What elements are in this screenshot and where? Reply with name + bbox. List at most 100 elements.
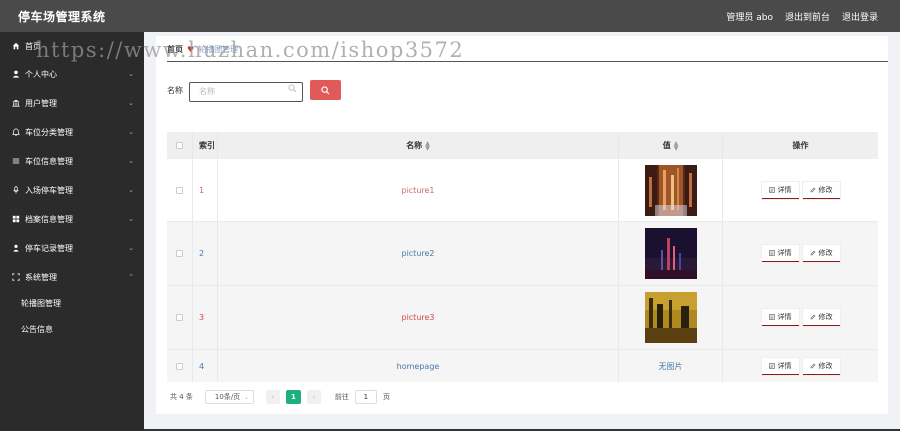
edit-icon: [810, 363, 815, 368]
list-icon: [11, 156, 21, 166]
edit-button[interactable]: 修改: [802, 357, 840, 375]
sidebar-item-parking-records[interactable]: 停车记录管理 ⌄: [0, 234, 144, 262]
table-row: 3 picture3 详情 修改: [167, 286, 878, 350]
header-value[interactable]: 值 ▲ ▼: [619, 132, 723, 159]
grid-icon: [11, 214, 21, 224]
mic-icon: [11, 185, 21, 195]
top-header: 停车场管理系统 管理员 abo 退出到前台 退出登录: [0, 0, 900, 32]
search-button[interactable]: [310, 80, 341, 101]
header-index: 索引: [193, 132, 218, 159]
sidebar-subitem-label: 公告信息: [21, 324, 53, 334]
page-suffix: 页: [382, 393, 390, 401]
current-page-button[interactable]: 1: [285, 390, 301, 404]
night-city-thumbnail-image: [644, 228, 697, 279]
sidebar-item-users[interactable]: 用户管理 ⌄: [0, 89, 144, 117]
chevron-down-icon: ⌄: [128, 128, 134, 136]
breadcrumb-home[interactable]: 首页: [167, 44, 183, 55]
sidebar-item-profile[interactable]: 个人中心 ⌄: [0, 60, 144, 88]
chevron-up-icon: ⌃: [128, 273, 134, 281]
chevron-down-icon: ⌄: [128, 244, 134, 252]
detail-button[interactable]: 详情: [761, 309, 799, 326]
header-name[interactable]: 名称 ▲ ▼: [218, 132, 619, 159]
edit-label: 修改: [818, 186, 833, 194]
sidebar-item-space-category[interactable]: 车位分类管理 ⌄: [0, 118, 144, 146]
sidebar-item-label: 停车记录管理: [25, 243, 73, 253]
sidebar-subitem-carousel[interactable]: 轮播图管理: [0, 290, 144, 316]
person-icon: [11, 243, 21, 253]
app-title: 停车场管理系统: [18, 10, 106, 24]
row-actions: 详情 修改: [723, 286, 878, 349]
sidebar-subitem-announcements[interactable]: 公告信息: [0, 316, 144, 342]
detail-button[interactable]: 详情: [761, 245, 799, 262]
detail-label: 详情: [777, 186, 792, 194]
chevron-down-icon: ⌄: [128, 186, 134, 194]
next-page-button[interactable]: ›: [306, 390, 321, 404]
dusk-city-thumbnail-image: [644, 292, 697, 343]
select-all-checkbox[interactable]: [176, 142, 183, 149]
sidebar-item-archive[interactable]: 档案信息管理 ⌄: [0, 205, 144, 233]
heart-icon: ♥: [187, 45, 195, 54]
back-to-front-link[interactable]: 退出到前台: [785, 10, 830, 23]
sort-icon[interactable]: ▲ ▼: [425, 140, 430, 151]
breadcrumb: 首页 ♥ 轮播图管理: [167, 44, 238, 55]
sort-icon[interactable]: ▲ ▼: [674, 140, 679, 151]
row-name: picture1: [218, 159, 619, 221]
sidebar-item-label: 车位分类管理: [25, 127, 73, 137]
row-actions: 详情 修改: [723, 222, 878, 285]
sidebar-item-label: 档案信息管理: [25, 214, 73, 224]
pagination: 共 4 条 10条/页 ⌄ ‹ 1 › 前往 1 页: [170, 390, 390, 404]
sidebar: 首页 个人中心 ⌄ 用户管理 ⌄ 车位分类管理 ⌄ 车位信息管理 ⌄ 入场停车管…: [0, 32, 144, 431]
edit-icon: [810, 187, 815, 192]
edit-button[interactable]: 修改: [802, 309, 840, 326]
edit-label: 修改: [818, 250, 833, 257]
sidebar-item-home[interactable]: 首页: [0, 32, 144, 60]
edit-button[interactable]: 修改: [802, 245, 840, 262]
row-checkbox[interactable]: [176, 250, 183, 257]
row-name: picture3: [218, 286, 619, 349]
edit-icon: [810, 250, 815, 256]
sidebar-item-label: 用户管理: [25, 98, 57, 108]
page-size-value: 10条/页: [214, 393, 241, 401]
sidebar-item-label: 系统管理: [25, 272, 57, 282]
search-icon: [321, 86, 330, 95]
row-value-cell: [619, 159, 723, 221]
sidebar-item-entry-parking[interactable]: 入场停车管理 ⌄: [0, 176, 144, 204]
user-icon: [11, 69, 21, 79]
row-checkbox[interactable]: [176, 362, 183, 370]
search-input[interactable]: [189, 81, 303, 102]
frame-icon: [11, 272, 21, 282]
sidebar-subitem-label: 轮播图管理: [21, 298, 61, 308]
header-checkbox-cell: [167, 132, 193, 159]
table-row: 4 homepage 无图片 详情 修改: [167, 350, 878, 382]
logout-link[interactable]: 退出登录: [842, 10, 878, 23]
goto-page-input[interactable]: 1: [354, 390, 377, 404]
edit-button[interactable]: 修改: [802, 181, 840, 199]
main-panel: 首页 ♥ 轮播图管理 名称 索引 名称▲▼ 值▲▼ 操作 1 picture1: [156, 36, 888, 414]
sidebar-item-space-info[interactable]: 车位信息管理 ⌄: [0, 147, 144, 175]
document-icon: [768, 362, 775, 369]
admin-user-label[interactable]: 管理员 abo: [726, 10, 773, 23]
detail-button[interactable]: 详情: [761, 181, 799, 199]
sidebar-item-label: 入场停车管理: [25, 185, 73, 195]
header-actions: 管理员 abo 退出到前台 退出登录: [726, 10, 878, 23]
sidebar-item-system[interactable]: 系统管理 ⌃: [0, 263, 144, 291]
sidebar-item-label: 车位信息管理: [25, 156, 73, 166]
chevron-down-icon: ⌄: [128, 99, 134, 107]
row-checkbox[interactable]: [176, 314, 183, 321]
row-value: 无图片: [619, 350, 723, 382]
row-value-cell: [619, 286, 723, 349]
detail-button[interactable]: 详情: [761, 357, 799, 375]
page-size-select[interactable]: 10条/页 ⌄: [204, 390, 254, 404]
row-index: 4: [193, 350, 218, 382]
row-actions: 详情 修改: [723, 350, 878, 382]
header-value-label: 值: [662, 141, 671, 150]
row-checkbox-cell: [167, 159, 193, 221]
row-checkbox-cell: [167, 222, 193, 285]
edit-icon: [810, 314, 815, 320]
breadcrumb-divider: [167, 61, 888, 62]
row-index: 1: [193, 159, 218, 221]
document-icon: [768, 250, 775, 256]
home-icon: [11, 41, 21, 51]
prev-page-button[interactable]: ‹: [265, 390, 280, 404]
row-checkbox[interactable]: [176, 186, 183, 194]
